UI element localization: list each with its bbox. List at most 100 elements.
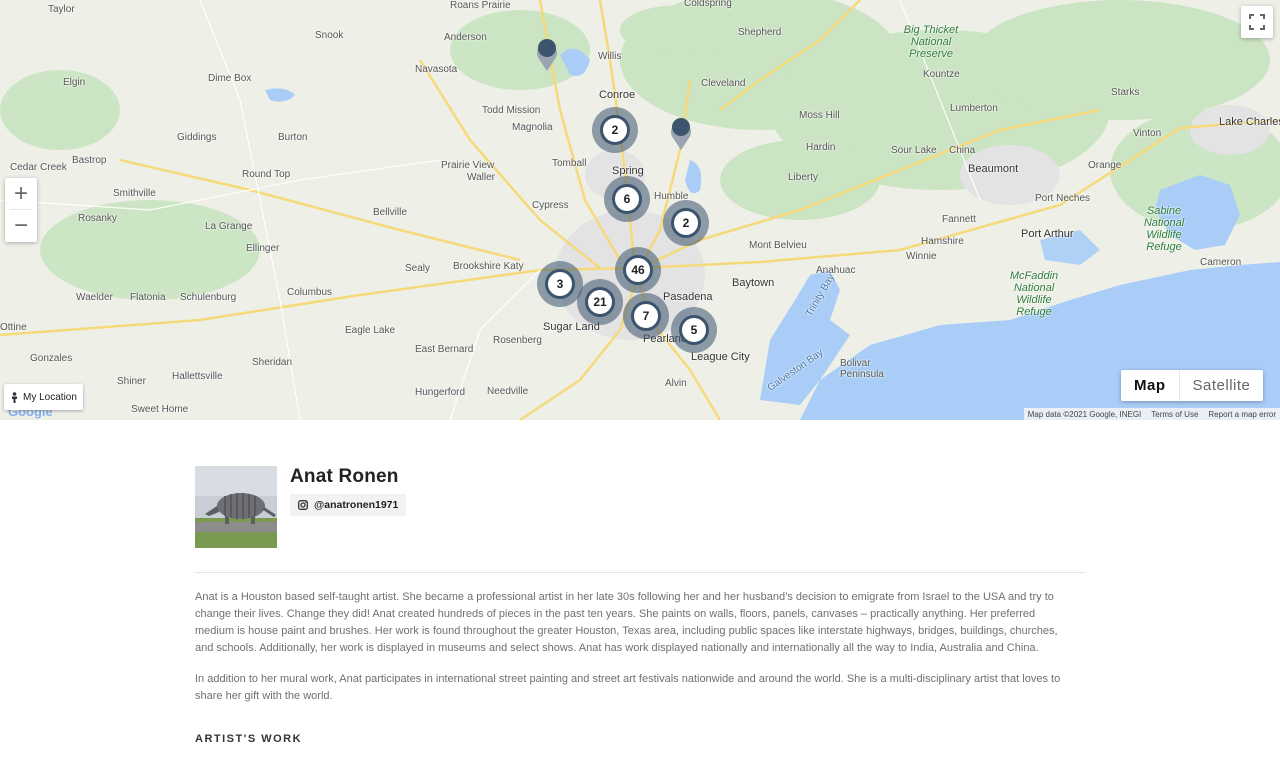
map-cluster-marker[interactable]: 7: [623, 293, 669, 339]
map-label: Vinton: [1133, 128, 1162, 139]
map-label: Sheridan: [252, 357, 293, 368]
map-label: Bolivar Peninsula: [840, 358, 884, 380]
map-label: Cypress: [532, 200, 569, 211]
map-cluster-marker[interactable]: 6: [604, 176, 650, 222]
map-label: Lumberton: [950, 103, 998, 114]
map-label: Rosanky: [78, 213, 117, 224]
map-label: Magnolia: [512, 122, 553, 133]
map-label: Moss Hill: [799, 110, 840, 121]
map-label: East Bernard: [415, 344, 474, 355]
map-label: Pasadena: [663, 291, 713, 303]
map-label: Hallettsville: [172, 371, 223, 382]
cluster-count: 46: [623, 255, 653, 285]
map-type-map-button[interactable]: Map: [1121, 370, 1179, 401]
map-label: Round Top: [242, 169, 291, 180]
person-icon: [12, 391, 17, 403]
map-label: Prairie View: [441, 160, 495, 171]
armadillo-photo: [195, 466, 277, 548]
artist-bio: Anat is a Houston based self-taught arti…: [195, 589, 1075, 719]
map-cluster-marker[interactable]: 21: [577, 279, 623, 325]
map-cluster-marker[interactable]: 2: [592, 107, 638, 153]
cluster-count: 6: [612, 184, 642, 214]
map-label: Giddings: [177, 132, 217, 143]
map-label: China: [949, 145, 976, 156]
map-pin-icon[interactable]: [669, 116, 693, 150]
map-label: Hungerford: [415, 387, 466, 398]
zoom-control: + −: [5, 178, 37, 242]
map-attribution: Map data ©2021 Google, INEGI Terms of Us…: [1023, 408, 1280, 420]
map-label: Sweet Home: [131, 404, 189, 415]
map-label: Sour Lake: [891, 145, 937, 156]
map-cluster-marker[interactable]: 46: [615, 247, 661, 293]
cluster-count: 2: [671, 208, 701, 238]
map-label: Bastrop: [72, 155, 107, 166]
cluster-count: 7: [631, 301, 661, 331]
map-label: Smithville: [113, 188, 156, 199]
map-label: Taylor: [48, 4, 75, 15]
map-data-credit: Map data ©2021 Google, INEGI: [1027, 409, 1142, 419]
bio-paragraph: Anat is a Houston based self-taught arti…: [195, 591, 1058, 654]
map-label: Alvin: [665, 378, 687, 389]
map-label: Conroe: [599, 89, 636, 101]
instagram-icon: [298, 500, 308, 510]
avatar: [195, 466, 277, 548]
cluster-count: 3: [545, 269, 575, 299]
map-label: Willis: [598, 51, 622, 62]
cluster-count: 21: [585, 287, 615, 317]
instagram-link[interactable]: @anatronen1971: [290, 494, 407, 516]
map-label: Shepherd: [738, 27, 782, 38]
map-label: Dime Box: [208, 73, 252, 84]
map-label: Brookshire Katy: [453, 261, 524, 272]
map-label: Baytown: [732, 277, 775, 289]
map-label: Flatonia: [130, 292, 166, 303]
my-location-button[interactable]: My Location: [4, 384, 83, 410]
cluster-count: 2: [600, 115, 630, 145]
map-label: Burton: [278, 132, 308, 143]
map-label: Snook: [315, 30, 344, 41]
map-type-satellite-button[interactable]: Satellite: [1178, 370, 1264, 401]
map-label: Mont Belvieu: [749, 240, 807, 251]
artists-work-heading: ARTIST'S WORK: [195, 733, 303, 745]
map-view[interactable]: Taylor Roans Prairie Coldspring Shepherd…: [0, 0, 1280, 420]
map-label: Eagle Lake: [345, 325, 396, 336]
map-label: Todd Mission: [482, 105, 541, 116]
map-label: Elgin: [63, 77, 86, 88]
map-label: Roans Prairie: [450, 0, 511, 11]
map-cluster-marker[interactable]: 2: [663, 200, 709, 246]
zoom-in-button[interactable]: +: [5, 178, 37, 209]
map-label: Bellville: [373, 207, 407, 218]
terms-of-use-link[interactable]: Terms of Use: [1151, 410, 1198, 419]
map-label: Waelder: [76, 292, 113, 303]
map-label: Ottine: [0, 322, 27, 333]
map-label: Cedar Creek: [10, 162, 67, 173]
map-label: Hardin: [806, 142, 836, 153]
map-label: Schulenburg: [180, 292, 237, 303]
report-map-error-link[interactable]: Report a map error: [1208, 410, 1276, 419]
map-label: Needville: [487, 386, 529, 397]
instagram-handle: @anatronen1971: [314, 499, 399, 511]
map-pin-icon[interactable]: [535, 37, 559, 71]
map-label: Beaumont: [968, 163, 1019, 175]
bio-paragraph: In addition to her mural work, Anat part…: [195, 673, 1061, 702]
map-label: La Grange: [205, 221, 253, 232]
map-label: Anderson: [444, 32, 487, 43]
map-label: Starks: [1111, 87, 1140, 98]
map-label: Navasota: [415, 64, 458, 75]
map-label: Cleveland: [701, 78, 746, 89]
map-cluster-marker[interactable]: 5: [671, 307, 717, 353]
park-label: Big Thicket National Preserve: [903, 24, 959, 60]
artist-name: Anat Ronen: [290, 466, 399, 487]
map-label: Winnie: [906, 251, 937, 262]
map-label: Coldspring: [684, 0, 732, 9]
park-label: Sabine National Wildlife Refuge: [1143, 205, 1185, 253]
fullscreen-button[interactable]: [1241, 6, 1273, 38]
map-label: League City: [691, 351, 750, 363]
zoom-out-button[interactable]: −: [5, 210, 37, 241]
map-label: Waller: [467, 172, 495, 183]
map-label: Columbus: [287, 287, 333, 298]
map-label: Kountze: [923, 69, 960, 80]
map-label: Sealy: [405, 263, 431, 274]
map-label: Shiner: [117, 376, 146, 387]
fullscreen-icon: [1249, 14, 1265, 30]
map-label: Gonzales: [30, 353, 73, 364]
